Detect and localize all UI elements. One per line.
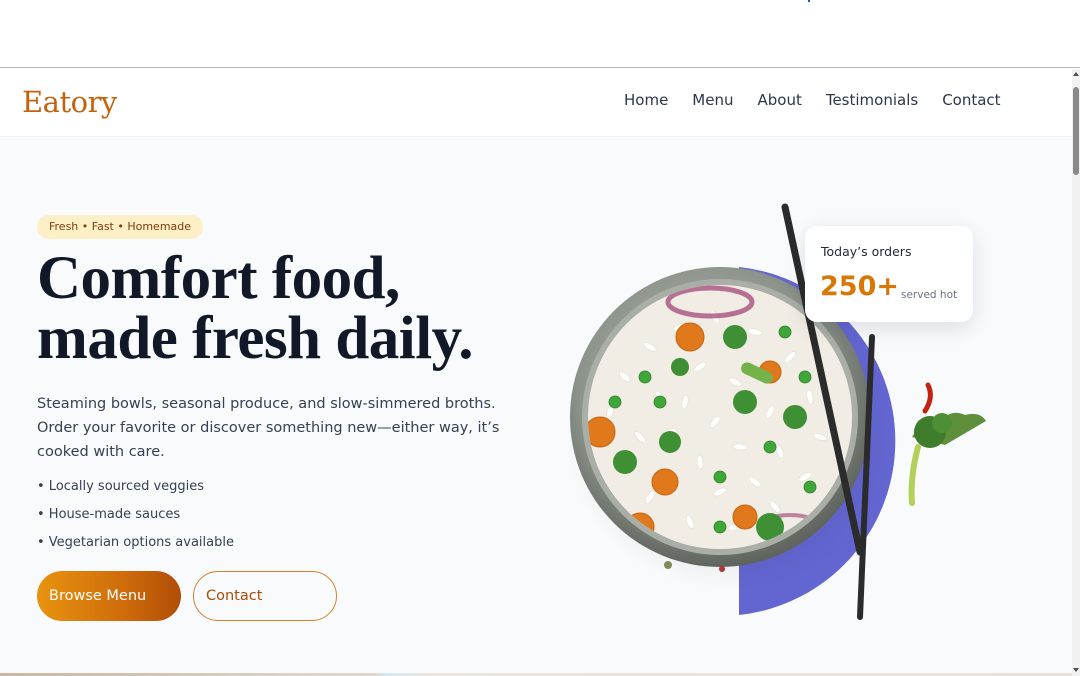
scroll-up-arrow-icon[interactable]: [1073, 72, 1079, 76]
scrollbar-thumb[interactable]: [1073, 87, 1079, 175]
nav-link-contact[interactable]: Contact: [942, 91, 1000, 109]
navbar: Eatory Home Menu About Testimonials Cont…: [0, 69, 1072, 137]
contact-button[interactable]: Contact: [193, 571, 337, 621]
nav-links: Home Menu About Testimonials Contact: [612, 91, 1013, 109]
browser-blank-area: [0, 0, 1080, 68]
hero-headline-line-2: made fresh daily.: [37, 305, 474, 372]
hero-headline: Comfort food, made fresh daily.: [37, 245, 474, 372]
stats-caption: served hot: [901, 289, 958, 301]
nav-link-about[interactable]: About: [757, 91, 801, 109]
page-scrollbar[interactable]: [1072, 69, 1080, 676]
stats-value: 250+: [820, 271, 899, 302]
hero-headline-line-1: Comfort food,: [37, 245, 400, 312]
nav-link-menu[interactable]: Menu: [692, 91, 733, 109]
hero-badge: Fresh • Fast • Homemade: [37, 215, 204, 239]
hero-lead: Steaming bowls, seasonal produce, and sl…: [37, 396, 500, 460]
broccoli-garnish: [908, 412, 986, 506]
cursor-dot: [808, 0, 810, 2]
logo[interactable]: Eatory: [22, 85, 117, 119]
scroll-down-arrow-icon[interactable]: [1073, 668, 1079, 672]
feature-list: • Locally sourced veggies • House-made s…: [37, 478, 234, 562]
feature-item: • Vegetarian options available: [37, 535, 234, 550]
hero-section: Fresh • Fast • Homemade Comfort food, ma…: [0, 137, 1072, 676]
page: Eatory Home Menu About Testimonials Cont…: [0, 69, 1072, 676]
stats-title: Today’s orders: [821, 244, 912, 259]
feature-item: • House-made sauces: [37, 507, 181, 522]
feature-item: • Locally sourced veggies: [37, 479, 205, 494]
todays-orders-card: Today’s orders 250+ served hot: [805, 226, 973, 322]
nav-link-testimonials[interactable]: Testimonials: [826, 91, 918, 109]
browse-menu-button[interactable]: Browse Menu: [37, 571, 181, 621]
nav-link-home[interactable]: Home: [624, 91, 668, 109]
